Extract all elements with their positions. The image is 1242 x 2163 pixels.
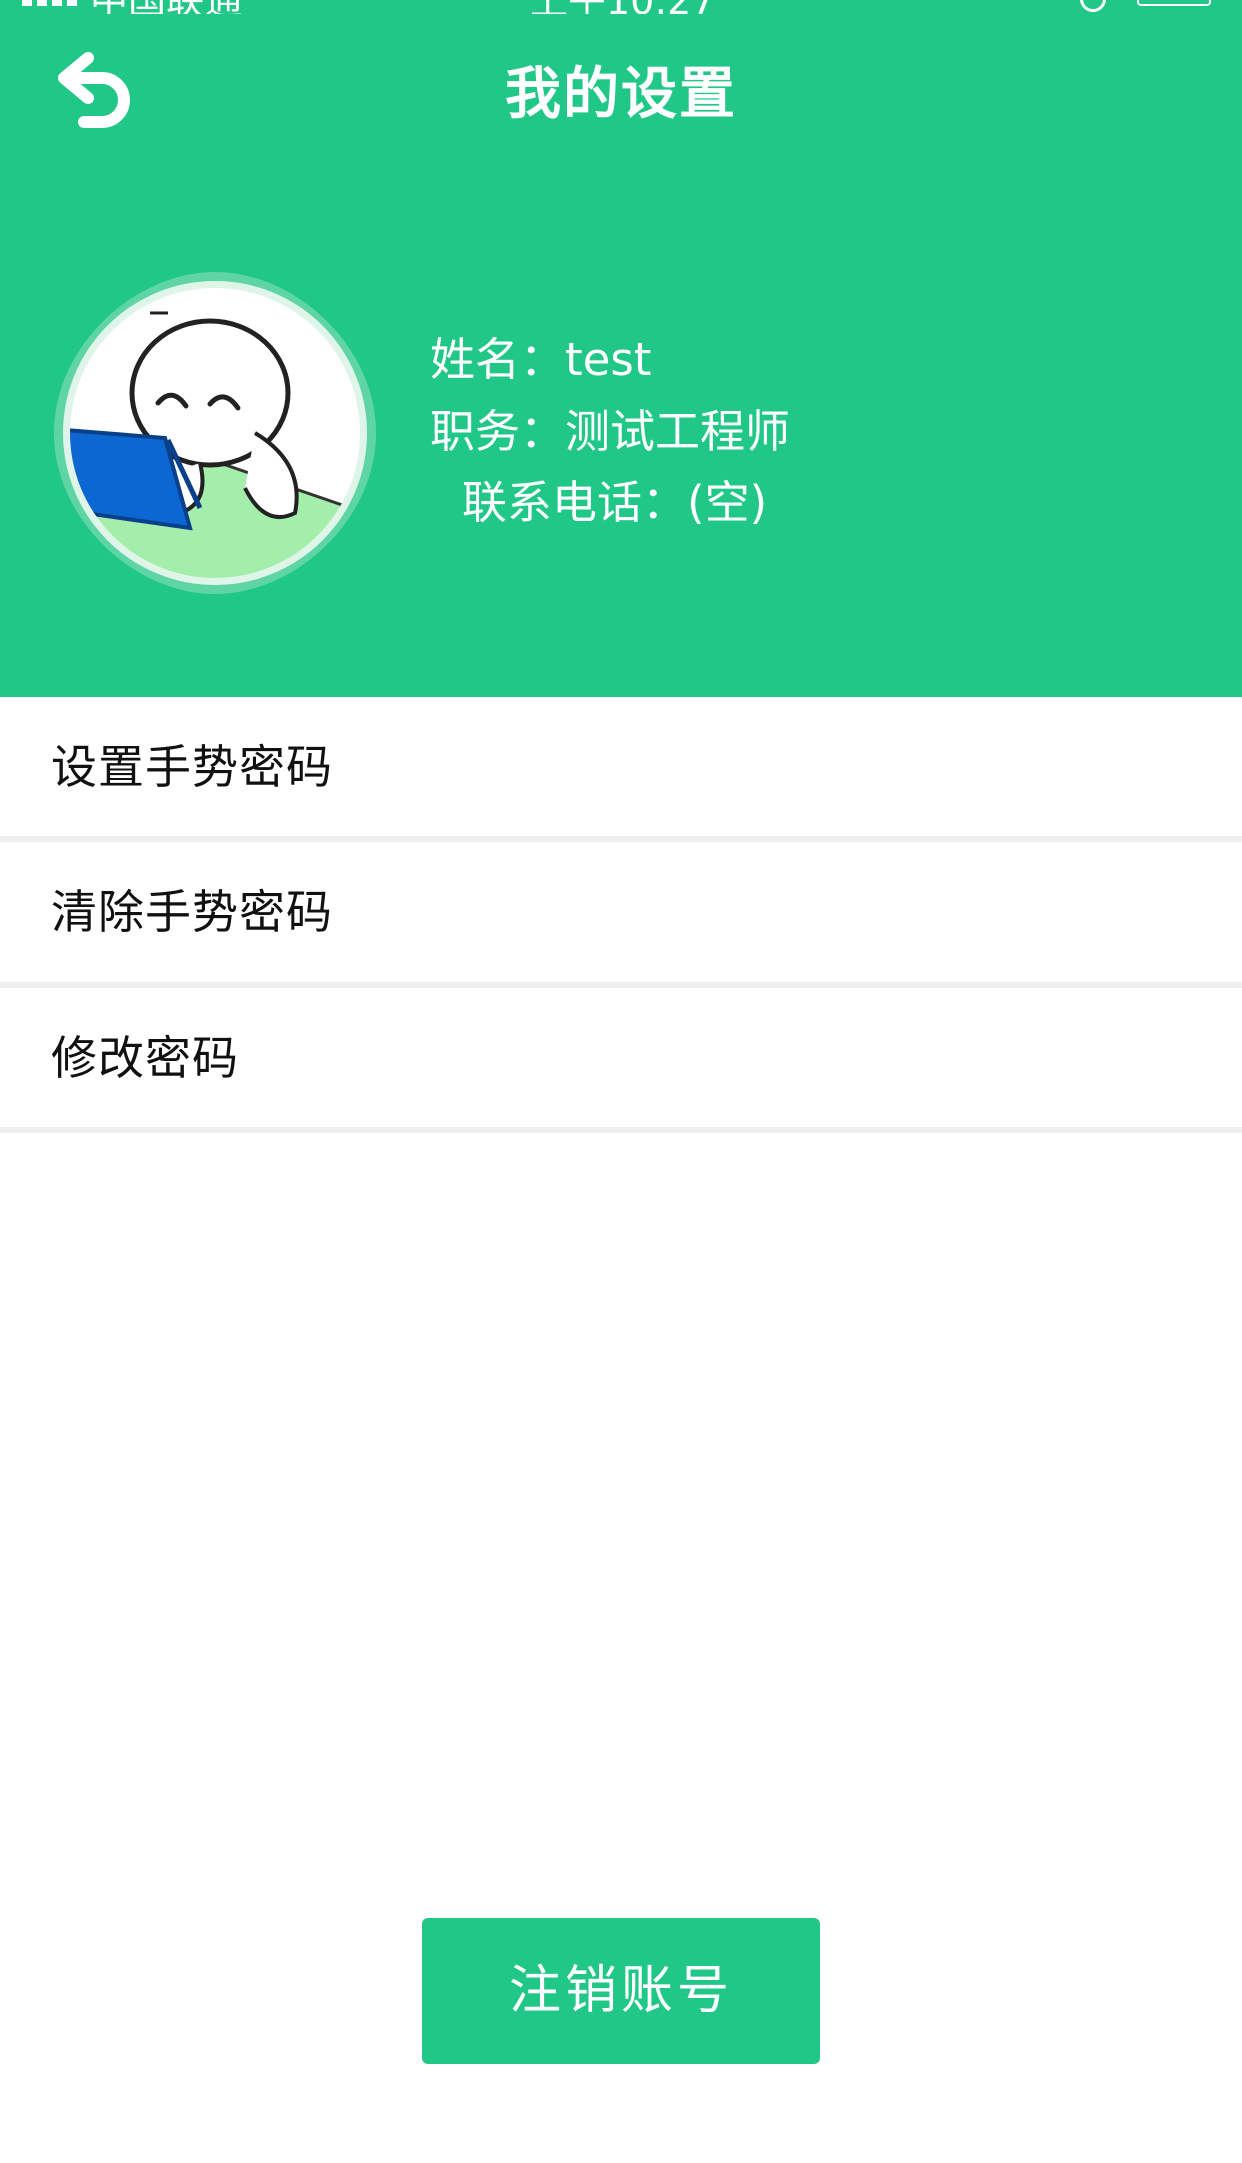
- phone-label: 联系电话：: [462, 476, 688, 529]
- job-label: 职务：: [430, 405, 566, 458]
- name-value: test: [565, 333, 652, 386]
- menu-item-label: 设置手势密码: [51, 740, 333, 794]
- page-title: 我的设置: [505, 62, 737, 127]
- profile-job: 职务：测试工程师: [430, 402, 790, 462]
- menu-item-label: 修改密码: [51, 1031, 239, 1085]
- alarm-icon: [1080, 0, 1106, 12]
- name-label: 姓名：: [430, 333, 566, 386]
- carrier-name: 中国联通: [90, 0, 242, 14]
- menu-item-label: 清除手势密码: [51, 885, 333, 939]
- cartoon-avatar-icon: [54, 272, 376, 594]
- profile-name: 姓名：test: [430, 330, 651, 390]
- profile-phone: 联系电话：(空): [462, 473, 767, 533]
- menu-item-set-gesture-password[interactable]: 设置手势密码: [0, 697, 1242, 837]
- menu-item-change-password[interactable]: 修改密码: [0, 988, 1242, 1128]
- logout-button[interactable]: 注销账号: [422, 1918, 820, 2064]
- avatar[interactable]: [50, 268, 380, 598]
- status-time: 上午10:27: [530, 0, 716, 14]
- status-bar: 中国联通 上午10:27: [0, 0, 1242, 14]
- header: 中国联通 上午10:27 我的设置: [0, 0, 1242, 697]
- battery-icon: [1137, 0, 1211, 6]
- signal-icon: [22, 0, 82, 6]
- divider: [0, 1127, 1242, 1133]
- job-value: 测试工程师: [565, 405, 791, 458]
- menu-item-clear-gesture-password[interactable]: 清除手势密码: [0, 842, 1242, 982]
- phone-value: (空): [687, 476, 768, 529]
